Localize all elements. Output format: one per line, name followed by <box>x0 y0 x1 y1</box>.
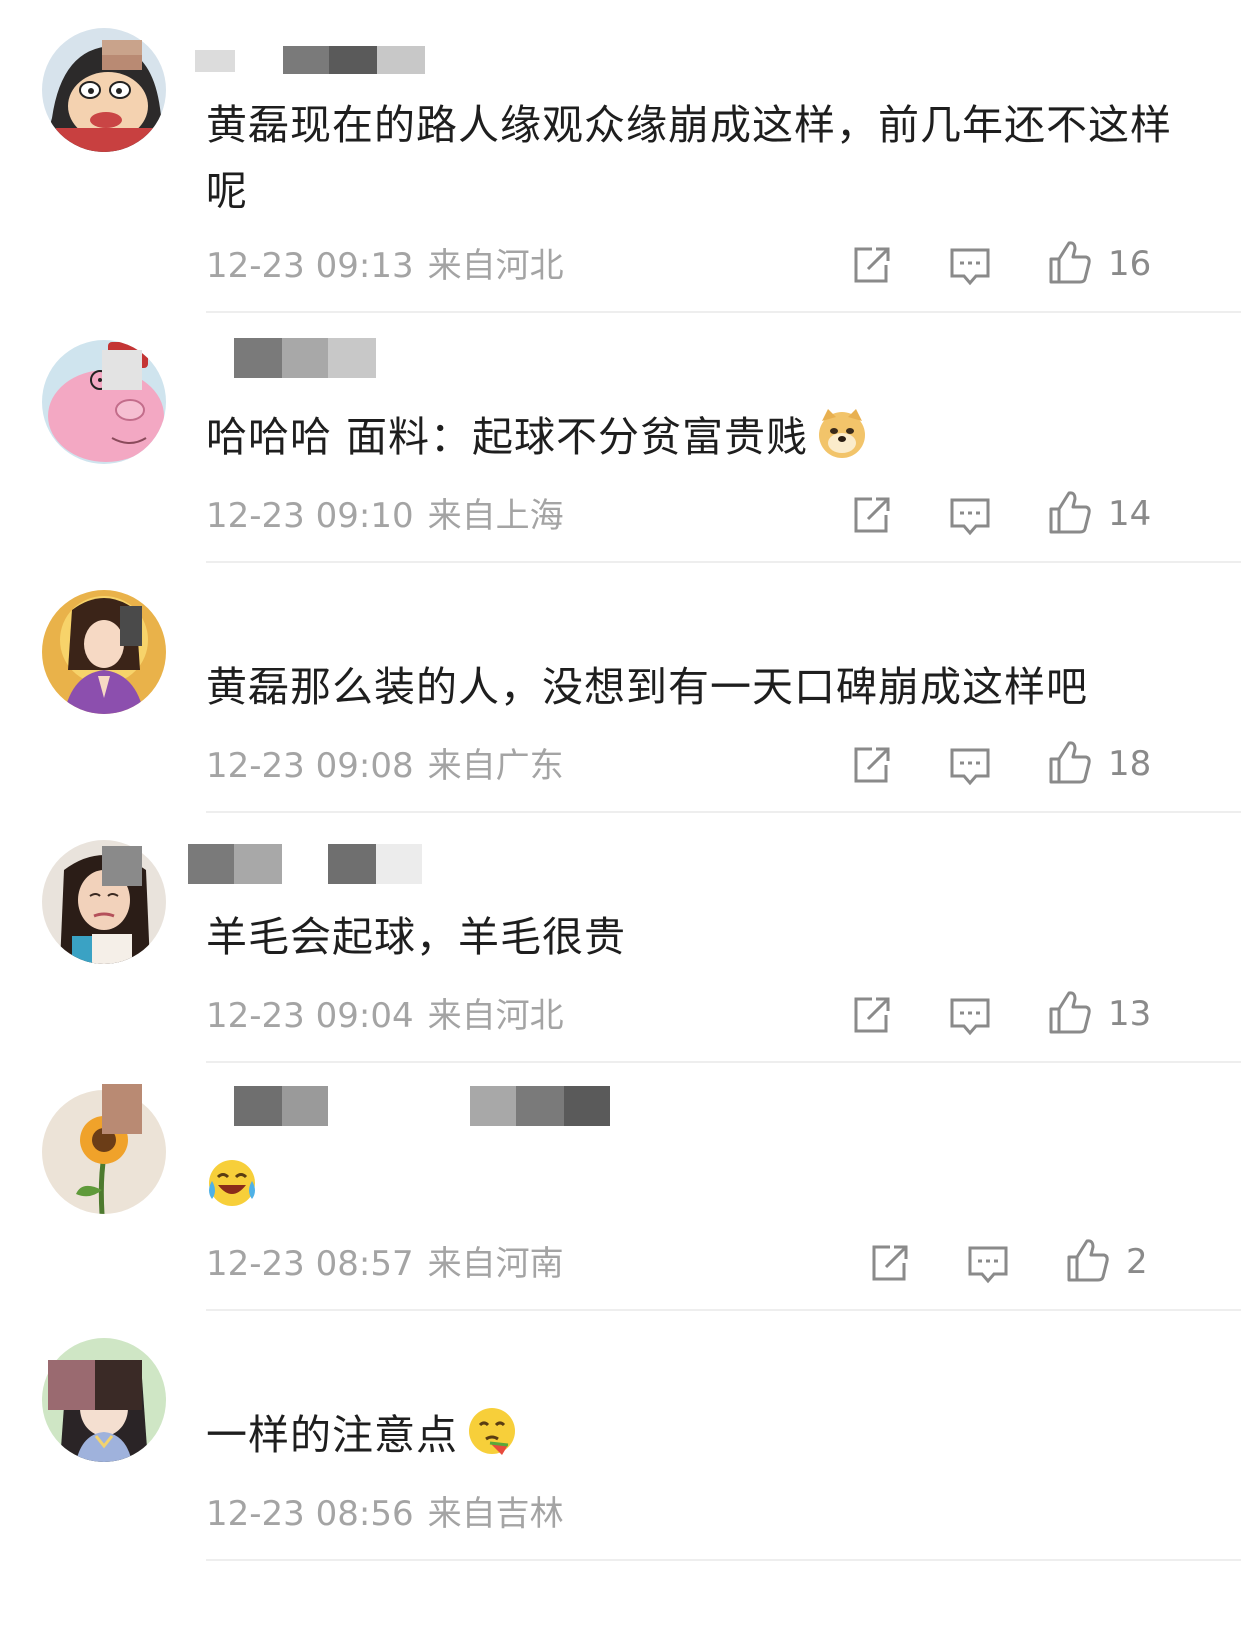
username-censored[interactable] <box>195 46 425 86</box>
censor-block <box>120 606 142 646</box>
like-count: 18 <box>1108 744 1152 784</box>
username-censored[interactable] <box>234 338 376 378</box>
username-censored[interactable] <box>470 1086 610 1126</box>
comment-icon[interactable] <box>948 494 992 538</box>
repost-icon[interactable] <box>850 494 892 538</box>
laugh-cry-emoji <box>206 1157 258 1209</box>
comment-meta: 12-23 09:10 来自上海 <box>206 496 564 536</box>
like-count: 2 <box>1126 1242 1148 1282</box>
repost-icon[interactable] <box>868 1242 910 1286</box>
comment-text: 哈哈哈 面料：起球不分贫富贵贱 <box>206 404 1186 470</box>
comment-text <box>206 1154 1186 1220</box>
comment-time: 12-23 08:57 <box>206 1244 414 1284</box>
comment-meta: 12-23 08:56 来自吉林 <box>206 1494 564 1534</box>
comment-icon[interactable] <box>966 1242 1010 1286</box>
thumbs-up-icon <box>1066 1237 1110 1287</box>
comment-meta: 12-23 08:57 来自河南 <box>206 1244 564 1284</box>
thumbs-up-icon <box>1048 989 1092 1039</box>
eating-emoji <box>466 1405 518 1457</box>
comment-text: 黄磊那么装的人，没想到有一天口碑崩成这样吧 <box>206 663 1088 711</box>
censor-block <box>102 40 142 70</box>
repost-icon[interactable] <box>850 744 892 788</box>
repost-icon[interactable] <box>850 994 892 1038</box>
comment-time: 12-23 09:08 <box>206 746 414 786</box>
like-button[interactable]: 18 <box>1048 740 1151 788</box>
comment-location: 来自广东 <box>427 746 564 786</box>
like-button[interactable]: 13 <box>1048 990 1151 1038</box>
divider <box>206 1559 1241 1561</box>
comment-text: 黄磊现在的路人缘观众缘崩成这样，前几年还不这样呢 <box>206 101 1172 215</box>
username-censored[interactable] <box>234 1086 328 1126</box>
comment-meta: 12-23 09:13 来自河北 <box>206 246 564 286</box>
comment-text: 一样的注意点 <box>206 1402 1186 1468</box>
comment-time: 12-23 09:13 <box>206 246 414 286</box>
comment-icon[interactable] <box>948 744 992 788</box>
doge-emoji <box>816 407 868 459</box>
avatar[interactable] <box>42 590 166 714</box>
thumbs-up-icon <box>1048 489 1092 539</box>
comment-location: 来自吉林 <box>427 1494 564 1534</box>
like-count: 13 <box>1108 994 1152 1034</box>
comment-location: 来自上海 <box>427 496 564 536</box>
divider <box>206 561 1241 563</box>
comment-meta: 12-23 09:08 来自广东 <box>206 746 564 786</box>
username-censored[interactable] <box>188 844 422 884</box>
like-button[interactable]: 14 <box>1048 490 1151 538</box>
censor-block <box>48 1360 142 1410</box>
comment-location: 来自河南 <box>427 1244 564 1284</box>
thumbs-up-icon <box>1048 239 1092 289</box>
comment-text: 羊毛会起球，羊毛很贵 <box>206 913 626 961</box>
divider <box>206 811 1241 813</box>
like-count: 16 <box>1108 244 1152 284</box>
like-button[interactable]: 16 <box>1048 240 1151 288</box>
comment-location: 来自河北 <box>427 996 564 1036</box>
like-button[interactable]: 2 <box>1066 1238 1148 1286</box>
like-count: 14 <box>1108 494 1152 534</box>
comment-icon[interactable] <box>948 994 992 1038</box>
comment-time: 12-23 09:04 <box>206 996 414 1036</box>
comment-icon[interactable] <box>948 244 992 288</box>
censor-block <box>102 350 142 390</box>
repost-icon[interactable] <box>850 244 892 288</box>
censor-block <box>102 846 142 886</box>
censor-block <box>102 1084 142 1134</box>
thumbs-up-icon <box>1048 739 1092 789</box>
comment-time: 12-23 08:56 <box>206 1494 414 1534</box>
comment-location: 来自河北 <box>427 246 564 286</box>
divider <box>206 311 1241 313</box>
divider <box>206 1309 1241 1311</box>
divider <box>206 1061 1241 1063</box>
comment-time: 12-23 09:10 <box>206 496 414 536</box>
comment-meta: 12-23 09:04 来自河北 <box>206 996 564 1036</box>
